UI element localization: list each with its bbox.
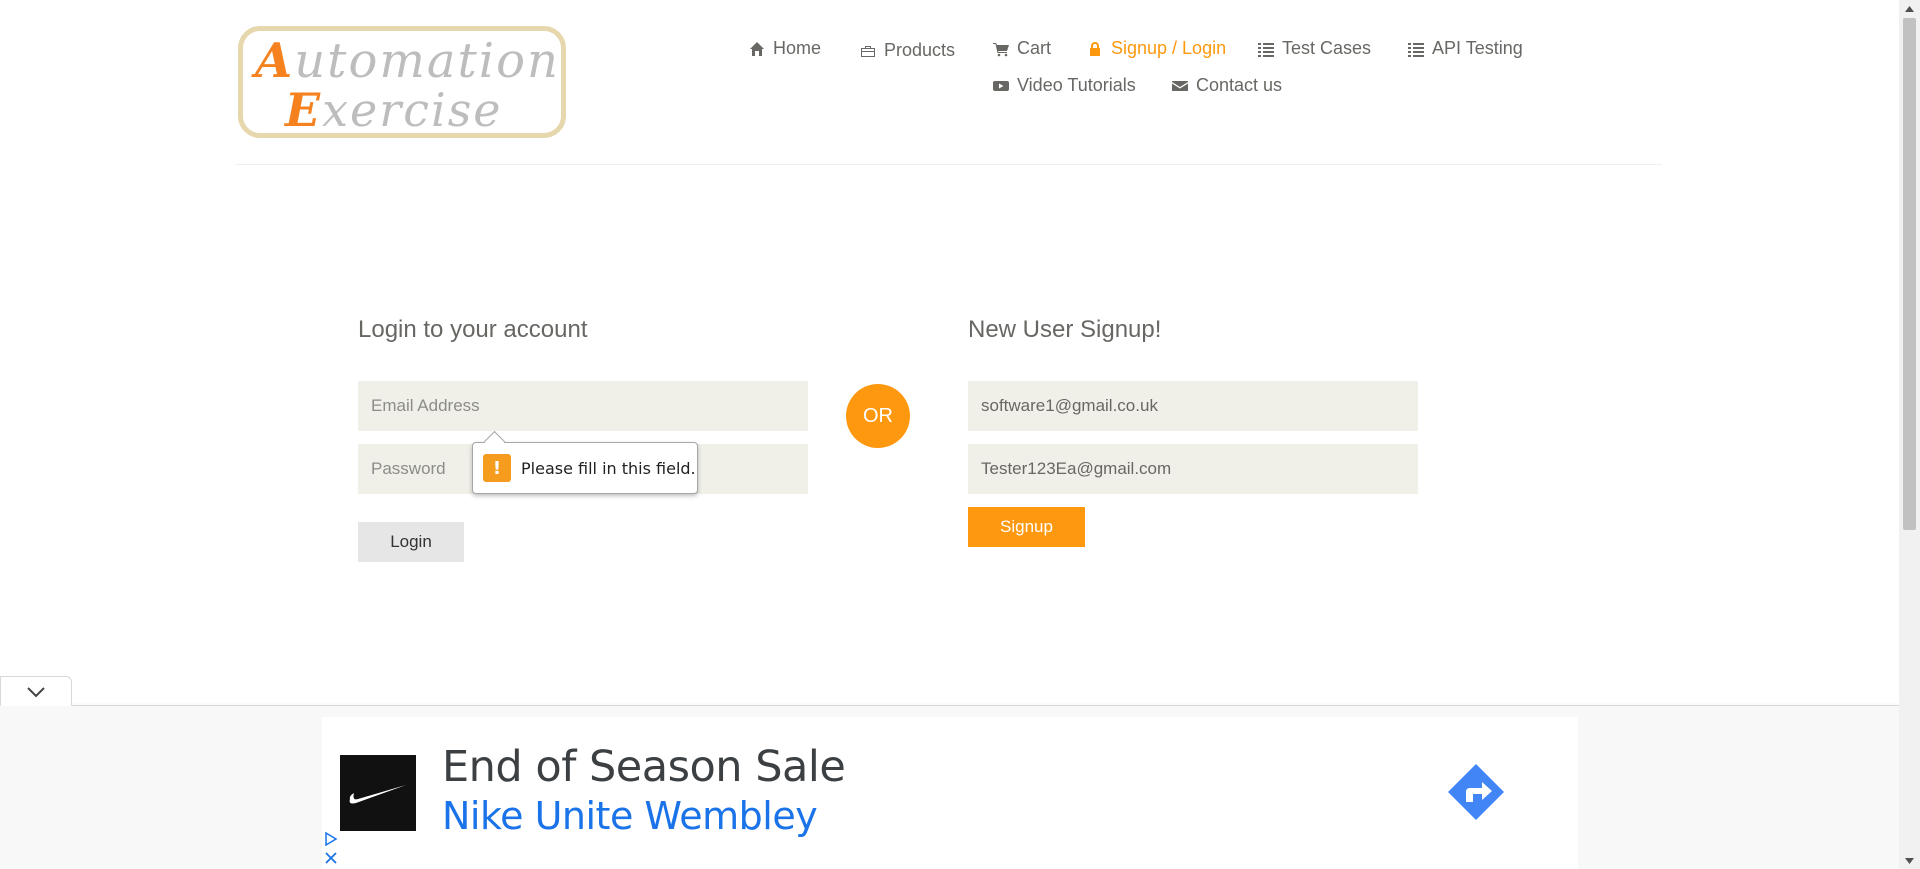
logo-line-2: Exercise (285, 83, 503, 137)
nav-products[interactable]: Products (860, 40, 955, 61)
scroll-up-arrow[interactable] (1899, 0, 1920, 17)
ad-choices-icon[interactable] (324, 832, 338, 846)
nav-api-testing[interactable]: API Testing (1408, 38, 1523, 59)
nike-logo (340, 755, 416, 831)
list-icon (1258, 42, 1274, 57)
home-icon (750, 41, 764, 56)
tooltip-text: Please fill in this field. (521, 458, 696, 478)
validation-tooltip: ! Please fill in this field. (472, 442, 698, 494)
or-divider: OR (846, 384, 910, 448)
scroll-down-arrow[interactable] (1899, 852, 1920, 869)
warning-icon: ! (483, 454, 511, 482)
lock-icon (1090, 41, 1100, 56)
nav-test-cases[interactable]: Test Cases (1258, 38, 1371, 59)
login-form-title: Login to your account (358, 316, 588, 343)
ad-banner[interactable] (322, 717, 1578, 869)
logo-line-1: Automation (255, 33, 560, 89)
ad-collapse-tab[interactable] (0, 676, 72, 706)
scrollbar[interactable] (1899, 0, 1920, 869)
nav-home[interactable]: Home (749, 38, 821, 59)
youtube-icon (993, 80, 1009, 91)
directions-icon[interactable] (1446, 762, 1506, 822)
nav-cart[interactable]: Cart (993, 38, 1051, 59)
nav-video-tutorials[interactable]: Video Tutorials (993, 75, 1136, 96)
header-divider (236, 164, 1662, 165)
cart-icon (993, 42, 1009, 56)
signup-email-input[interactable] (968, 444, 1418, 494)
login-button[interactable]: Login (358, 522, 464, 562)
ad-close-icon[interactable] (324, 851, 338, 865)
login-email-input[interactable] (358, 381, 808, 431)
signup-form-title: New User Signup! (968, 316, 1162, 343)
nav-contact-us[interactable]: Contact us (1172, 75, 1282, 96)
briefcase-icon (861, 45, 875, 57)
envelope-icon (1172, 80, 1188, 91)
chevron-down-icon (27, 686, 45, 697)
ad-divider (72, 705, 1899, 706)
ad-subline[interactable]: Nike Unite Wembley (442, 794, 818, 838)
signup-button[interactable]: Signup (968, 507, 1085, 547)
nav-signup-login[interactable]: Signup / Login (1087, 38, 1226, 59)
signup-name-input[interactable] (968, 381, 1418, 431)
site-logo[interactable]: Automation Exercise (238, 26, 566, 138)
scroll-thumb[interactable] (1903, 18, 1916, 530)
ad-headline[interactable]: End of Season Sale (442, 742, 846, 792)
list-icon (1408, 42, 1424, 57)
